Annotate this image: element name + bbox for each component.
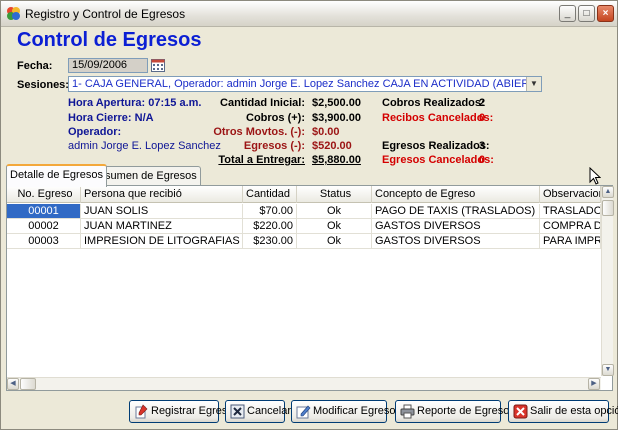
registrar-egreso-button[interactable]: Registrar Egreso — [129, 400, 234, 423]
title-bar: Registro y Control de Egresos _ □ × — [1, 1, 617, 27]
total-entregar-label: Total a Entregar: — [218, 154, 305, 166]
cancel-document-icon — [230, 404, 245, 419]
chevron-right-icon: ▶ — [591, 380, 597, 387]
cell-status[interactable]: Ok — [297, 234, 372, 249]
cell-status[interactable]: Ok — [297, 219, 372, 234]
cancelar-label: Cancelar — [247, 405, 292, 417]
cell-cantidad[interactable]: $70.00 — [243, 204, 297, 219]
cell-persona[interactable]: JUAN SOLIS — [81, 204, 243, 219]
fecha-label: Fecha: — [17, 60, 53, 72]
printer-icon — [400, 404, 415, 419]
egresos-cancelados-value: 0 — [479, 154, 486, 166]
edit-document-icon — [296, 405, 311, 419]
cell-cantidad[interactable]: $230.00 — [243, 234, 297, 249]
hora-cierre: Hora Cierre: N/A — [68, 112, 154, 124]
main-window: Registro y Control de Egresos _ □ × Cont… — [0, 0, 618, 430]
egresos-cancelados-label: Egresos Cancelados: — [382, 154, 494, 166]
cobros-realizados-value: 2 — [479, 97, 486, 109]
tab-detalle-egresos[interactable]: Detalle de Egresos — [6, 164, 107, 187]
window-title: Registro y Control de Egresos — [25, 7, 186, 21]
cell-concepto[interactable]: GASTOS DIVERSOS — [372, 219, 540, 234]
scroll-up-button[interactable]: ▲ — [602, 186, 614, 198]
maximize-button[interactable]: □ — [578, 5, 595, 22]
horizontal-scrollbar[interactable]: ◀ ▶ — [7, 377, 601, 390]
egresos-value: $520.00 — [312, 140, 352, 152]
operador-label: Operador: — [68, 126, 122, 138]
scroll-right-button[interactable]: ▶ — [588, 378, 600, 390]
cell-concepto[interactable]: PAGO DE TAXIS (TRASLADOS) — [372, 204, 540, 219]
cell-no-egreso[interactable]: 00003 — [7, 234, 81, 249]
sesiones-select[interactable]: 1- CAJA GENERAL, Operador: admin Jorge E… — [68, 76, 542, 92]
column-header-observaciones[interactable]: Observaciones — [540, 186, 601, 203]
cobros-label: Cobros (+): — [246, 112, 305, 124]
column-header-cantidad[interactable]: Cantidad — [243, 186, 297, 203]
cobros-realizados-label: Cobros Realizados: — [382, 97, 485, 109]
table-row[interactable]: 00001 JUAN SOLIS $70.00 Ok PAGO DE TAXIS… — [7, 204, 601, 219]
salir-label: Salir de esta opción — [530, 405, 618, 417]
close-icon: × — [602, 8, 609, 19]
egresos-realizados-value: 3 — [479, 140, 486, 152]
salir-button[interactable]: Salir de esta opción — [508, 400, 618, 423]
table-header: No. Egreso Persona que recibió Cantidad … — [7, 186, 601, 203]
hora-apertura: Hora Apertura: 07:15 a.m. — [68, 97, 202, 109]
fecha-field[interactable]: 15/09/2006 — [68, 58, 148, 73]
cantidad-inicial-value: $2,500.00 — [312, 97, 361, 109]
column-header-concepto[interactable]: Concepto de Egreso — [372, 186, 540, 203]
cell-persona[interactable]: IMPRESION DE LITOGRAFIAS — [81, 234, 243, 249]
otros-movtos-label: Otros Movtos. (-): — [213, 126, 305, 138]
recibos-cancelados-label: Recibos Cancelados: — [382, 112, 494, 124]
vertical-scroll-thumb[interactable] — [602, 200, 614, 216]
registrar-egreso-label: Registrar Egreso — [151, 405, 234, 417]
cancelar-button[interactable]: Cancelar — [225, 400, 291, 423]
cell-no-egreso[interactable]: 00002 — [7, 219, 81, 234]
minimize-icon: _ — [564, 8, 571, 19]
new-document-icon — [135, 404, 148, 419]
total-entregar-value: $5,880.00 — [312, 154, 361, 166]
chevron-down-icon: ▼ — [604, 366, 612, 373]
vertical-scrollbar[interactable]: ▲ ▼ — [601, 186, 614, 376]
column-header-no-egreso[interactable]: No. Egreso — [7, 186, 81, 203]
cantidad-inicial-label: Cantidad Inicial: — [220, 97, 305, 109]
chevron-left-icon: ◀ — [10, 380, 16, 387]
app-icon — [7, 7, 20, 20]
mouse-pointer-icon — [589, 167, 601, 185]
cell-concepto[interactable]: GASTOS DIVERSOS — [372, 234, 540, 249]
cell-observaciones[interactable]: PARA IMPRIMI — [540, 234, 601, 249]
table-row[interactable]: 00003 IMPRESION DE LITOGRAFIAS $230.00 O… — [7, 234, 601, 249]
scroll-down-button[interactable]: ▼ — [602, 364, 614, 376]
cell-status[interactable]: Ok — [297, 204, 372, 219]
table-row[interactable]: 00002 JUAN MARTINEZ $220.00 Ok GASTOS DI… — [7, 219, 601, 234]
cell-no-egreso[interactable]: 00001 — [7, 204, 81, 219]
calendar-icon[interactable] — [151, 58, 165, 72]
egresos-realizados-label: Egresos Realizados: — [382, 140, 490, 152]
recibos-cancelados-value: 0 — [479, 112, 486, 124]
cell-persona[interactable]: JUAN MARTINEZ — [81, 219, 243, 234]
operador-value: admin Jorge E. Lopez Sanchez — [68, 140, 221, 152]
exit-icon — [513, 404, 528, 419]
sesiones-label: Sesiones: — [17, 79, 69, 91]
maximize-icon: □ — [583, 8, 590, 19]
column-header-persona[interactable]: Persona que recibió — [81, 186, 243, 203]
cell-cantidad[interactable]: $220.00 — [243, 219, 297, 234]
otros-movtos-value: $0.00 — [312, 126, 340, 138]
sesiones-dropdown-button[interactable]: ▼ — [526, 77, 541, 91]
close-button[interactable]: × — [597, 5, 614, 22]
minimize-button[interactable]: _ — [559, 5, 576, 22]
column-header-status[interactable]: Status — [297, 186, 372, 203]
horizontal-scroll-thumb[interactable] — [20, 378, 36, 390]
chevron-down-icon: ▼ — [530, 79, 538, 88]
reporte-egresos-button[interactable]: Reporte de Egresos — [395, 400, 515, 423]
reporte-egresos-label: Reporte de Egresos — [417, 405, 515, 417]
egresos-table: No. Egreso Persona que recibió Cantidad … — [6, 185, 614, 391]
egresos-label: Egresos (-): — [243, 140, 305, 152]
page-title: Control de Egresos — [17, 29, 202, 51]
chevron-up-icon: ▲ — [604, 188, 612, 195]
modificar-egreso-button[interactable]: Modificar Egreso — [291, 400, 396, 423]
cobros-value: $3,900.00 — [312, 112, 361, 124]
scroll-left-button[interactable]: ◀ — [7, 378, 19, 390]
modificar-egreso-label: Modificar Egreso — [313, 405, 396, 417]
cell-observaciones[interactable]: COMPRA DE GA — [540, 219, 601, 234]
cell-observaciones[interactable]: TRASLADO DE — [540, 204, 601, 219]
